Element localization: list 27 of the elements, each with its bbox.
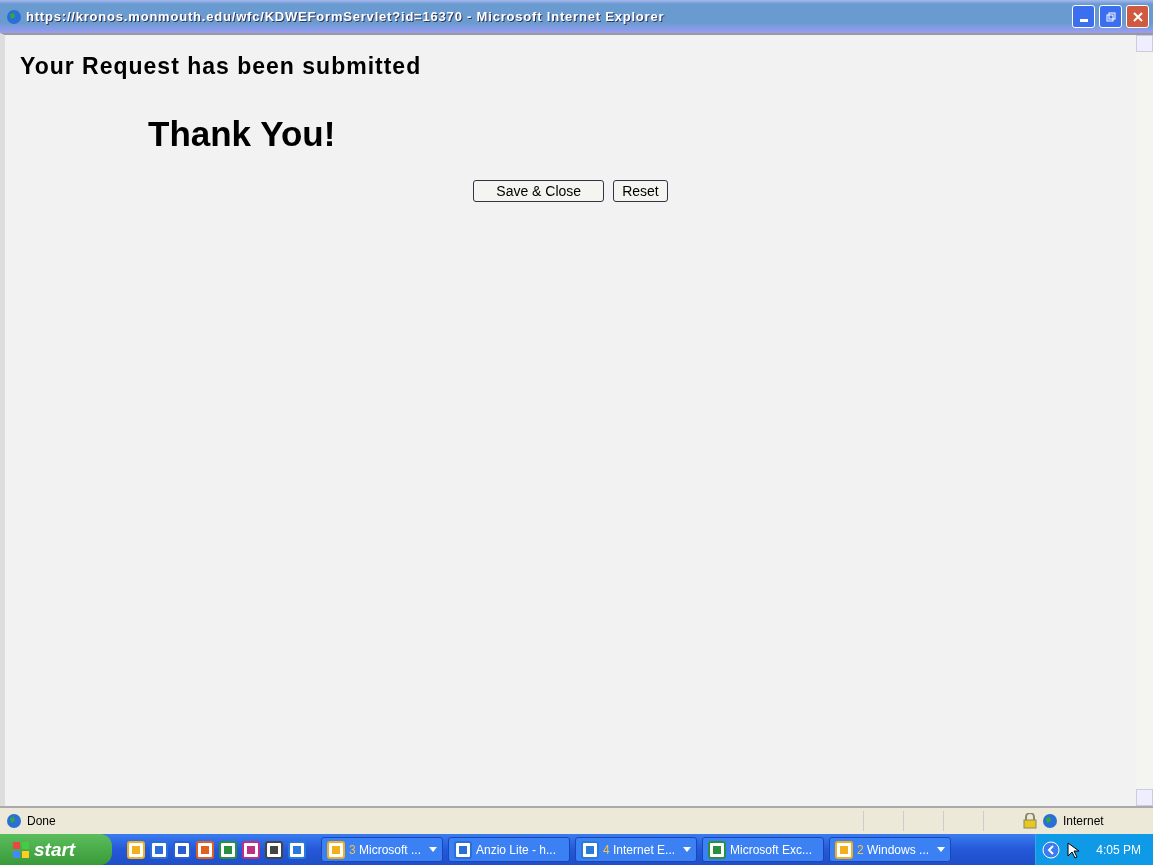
- dropdown-icon: [429, 847, 437, 852]
- restore-icon: [1105, 11, 1116, 22]
- clock: 4:05 PM: [1096, 842, 1141, 857]
- scrollbar[interactable]: [1136, 35, 1153, 806]
- status-text: Done: [27, 814, 57, 828]
- taskbar-button[interactable]: Microsoft Exc...: [702, 837, 824, 862]
- restore-button[interactable]: [1099, 5, 1122, 28]
- reset-button[interactable]: Reset: [613, 180, 668, 202]
- taskbar-button[interactable]: 2 Windows ...: [829, 837, 951, 862]
- taskbar-button[interactable]: 4 Internet E...: [575, 837, 697, 862]
- thank-you-message: Thank You!: [148, 114, 337, 154]
- page-heading: Your Request has been submitted: [20, 53, 423, 80]
- zone-text: Internet: [1063, 814, 1105, 828]
- dropdown-icon: [683, 847, 691, 852]
- start-button[interactable]: start: [0, 834, 112, 865]
- minimize-icon: [1079, 19, 1088, 22]
- save-close-button[interactable]: Save & Close: [473, 180, 605, 202]
- windows-flag-icon: [12, 840, 30, 859]
- close-button[interactable]: [1126, 5, 1149, 28]
- taskbar-button[interactable]: 3 Microsoft ...: [321, 837, 443, 862]
- window-title: https://kronos.monmouth.edu/wfc/KDWEFormServlet?id=16370 - Microsoft Internet Explorer: [26, 9, 666, 24]
- taskbar-button[interactable]: Anzio Lite - h...: [448, 837, 570, 862]
- dropdown-icon: [937, 847, 945, 852]
- chevron-left-icon[interactable]: [1042, 840, 1061, 859]
- lock-icon: [1023, 813, 1037, 829]
- close-icon: [1131, 10, 1144, 23]
- minimize-button[interactable]: [1072, 5, 1095, 28]
